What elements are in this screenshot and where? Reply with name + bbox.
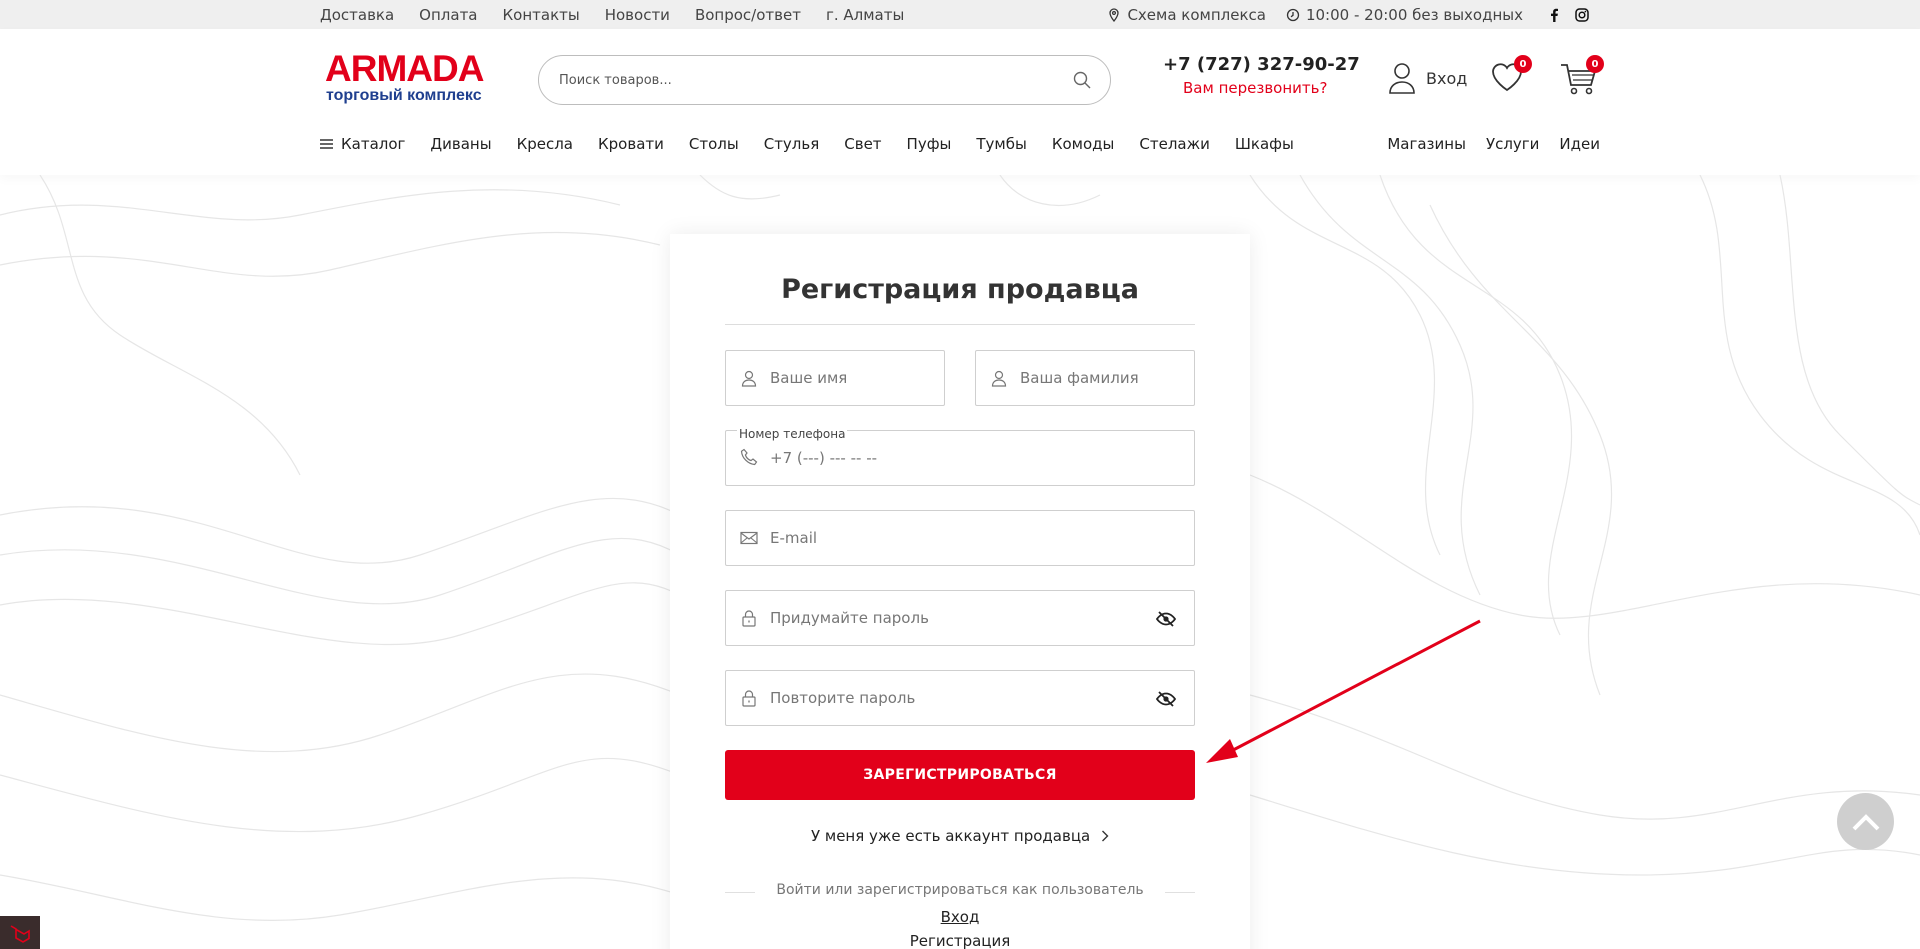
last-name-field xyxy=(975,350,1195,406)
callback-link[interactable]: Вам перезвонить? xyxy=(1183,79,1355,97)
scheme-label: Схема комплекса xyxy=(1127,5,1266,24)
header: ARMADA торговый комплекс +7 (727) 327-90… xyxy=(0,29,1920,175)
first-name-field xyxy=(725,350,945,406)
nav-stores[interactable]: Магазины xyxy=(1387,135,1466,153)
favorites-button[interactable]: 0 xyxy=(1490,55,1532,95)
nav-catalog-label: Каталог xyxy=(341,135,406,153)
search-box xyxy=(538,55,1111,105)
top-right: Схема комплекса 10:00 - 20:00 без выходн… xyxy=(1107,0,1593,29)
user-login-link[interactable]: Вход xyxy=(725,908,1195,926)
nav-lighting[interactable]: Свет xyxy=(844,135,881,153)
top-bar: Доставка Оплата Контакты Новости Вопрос/… xyxy=(0,0,1920,29)
password-field xyxy=(725,590,1195,646)
phone-block: +7 (727) 327-90-27 Вам перезвонить? xyxy=(1155,54,1360,97)
chevron-up-icon xyxy=(1852,813,1879,830)
laravel-icon xyxy=(10,924,30,943)
phone-field: Номер телефона xyxy=(725,427,1195,486)
favorites-count: 0 xyxy=(1514,55,1532,73)
nav-armchairs[interactable]: Кресла xyxy=(517,135,573,153)
eye-hidden-icon[interactable] xyxy=(1156,689,1176,709)
menu-icon xyxy=(320,139,333,149)
cart-button[interactable]: 0 xyxy=(1560,55,1604,97)
top-link-faq[interactable]: Вопрос/ответ xyxy=(695,6,801,24)
facebook-icon[interactable] xyxy=(1543,4,1565,26)
location-pin-icon xyxy=(1109,7,1120,22)
clock-icon xyxy=(1286,8,1300,21)
main-nav: Каталог Диваны Кресла Кровати Столы Стул… xyxy=(320,132,1319,156)
instagram-icon[interactable] xyxy=(1571,4,1593,26)
password-repeat-input[interactable] xyxy=(770,671,1148,725)
top-link-news[interactable]: Новости xyxy=(605,6,670,24)
secondary-nav: Магазины Услуги Идеи xyxy=(1367,132,1600,156)
top-links: Доставка Оплата Контакты Новости Вопрос/… xyxy=(320,0,929,29)
nav-shelves[interactable]: Стелажи xyxy=(1139,135,1209,153)
nav-tables[interactable]: Столы xyxy=(689,135,739,153)
nav-beds[interactable]: Кровати xyxy=(598,135,664,153)
top-link-city[interactable]: г. Алматы xyxy=(826,6,904,24)
scroll-top-button[interactable] xyxy=(1837,793,1894,850)
page-title: Регистрация продавца xyxy=(781,274,1139,305)
logo-brand: ARMADA xyxy=(325,48,484,89)
first-name-input[interactable] xyxy=(770,351,898,405)
top-link-delivery[interactable]: Доставка xyxy=(320,6,394,24)
hours: 10:00 - 20:00 без выходных xyxy=(1286,6,1523,24)
search-icon[interactable] xyxy=(1072,70,1092,90)
eye-hidden-icon[interactable] xyxy=(1156,609,1176,629)
nav-services[interactable]: Услуги xyxy=(1486,135,1539,153)
nav-poufs[interactable]: Пуфы xyxy=(907,135,952,153)
phone-number[interactable]: +7 (727) 327-90-27 xyxy=(1155,54,1360,75)
existing-seller-label: У меня уже есть аккаунт продавца xyxy=(810,827,1091,845)
nav-nightstands[interactable]: Тумбы xyxy=(976,135,1026,153)
search-input[interactable] xyxy=(559,56,1039,104)
user-icon xyxy=(741,370,757,387)
password-repeat-field xyxy=(725,670,1195,726)
lock-icon xyxy=(742,610,756,627)
nav-catalog[interactable]: Каталог xyxy=(320,135,405,153)
or-divider: Войти или зарегистрироваться как пользов… xyxy=(725,882,1195,902)
cart-count: 0 xyxy=(1586,55,1604,73)
seller-registration-card: Регистрация продавца Номер телефона ЗАРЕ… xyxy=(670,234,1250,949)
phone-input[interactable] xyxy=(770,431,1148,485)
title-divider xyxy=(725,324,1195,325)
login-button[interactable]: Вход xyxy=(1388,62,1467,94)
email-input[interactable] xyxy=(770,511,1148,565)
nav-chairs[interactable]: Стулья xyxy=(764,135,820,153)
or-text: Войти или зарегистрироваться как пользов… xyxy=(776,882,1144,898)
top-link-payment[interactable]: Оплата xyxy=(419,6,477,24)
phone-text: +7 (727) 327-90-27 xyxy=(1163,54,1360,75)
user-icon xyxy=(991,370,1007,387)
envelope-icon xyxy=(740,531,758,545)
lock-icon xyxy=(742,690,756,707)
user-register-link[interactable]: Регистрация xyxy=(725,932,1195,949)
existing-seller-link[interactable]: У меня уже есть аккаунт продавца xyxy=(725,827,1195,845)
user-icon xyxy=(1389,63,1415,94)
email-field xyxy=(725,510,1195,566)
login-label: Вход xyxy=(1426,68,1468,88)
debug-toolbar-toggle[interactable] xyxy=(0,916,40,949)
chevron-right-icon xyxy=(1102,830,1109,842)
last-name-input[interactable] xyxy=(1020,351,1148,405)
nav-wardrobes[interactable]: Шкафы xyxy=(1235,135,1294,153)
hours-label: 10:00 - 20:00 без выходных xyxy=(1305,5,1523,24)
top-link-contacts[interactable]: Контакты xyxy=(503,6,580,24)
logo-subtitle: торговый комплекс xyxy=(326,87,482,104)
nav-sofas[interactable]: Диваны xyxy=(430,135,491,153)
nav-ideas[interactable]: Идеи xyxy=(1559,135,1600,153)
logo[interactable]: ARMADA торговый комплекс xyxy=(325,48,490,111)
annotation-arrow-icon xyxy=(1206,619,1481,763)
nav-dressers[interactable]: Комоды xyxy=(1052,135,1115,153)
phone-icon xyxy=(740,448,758,466)
scheme-link[interactable]: Схема комплекса xyxy=(1107,6,1266,24)
password-input[interactable] xyxy=(770,591,1148,645)
register-button[interactable]: ЗАРЕГИСТРИРОВАТЬСЯ xyxy=(725,750,1195,800)
